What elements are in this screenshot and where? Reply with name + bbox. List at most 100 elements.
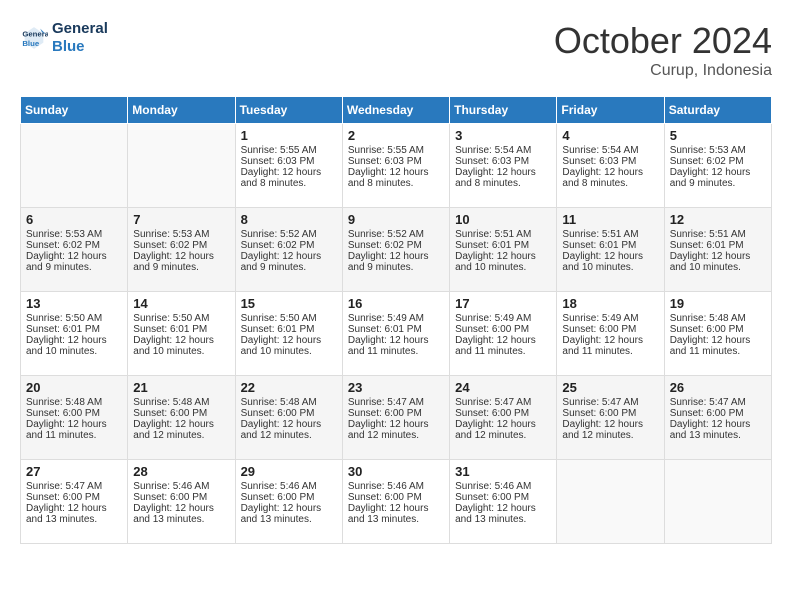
sunrise-text: Sunrise: 5:48 AM	[26, 397, 122, 408]
col-saturday: Saturday	[664, 97, 771, 124]
day-number: 7	[133, 212, 229, 227]
day-number: 12	[670, 212, 766, 227]
calendar-cell: 28Sunrise: 5:46 AMSunset: 6:00 PMDayligh…	[128, 460, 235, 544]
sunset-text: Sunset: 6:00 PM	[455, 324, 551, 335]
sunset-text: Sunset: 6:00 PM	[670, 324, 766, 335]
calendar-cell: 1Sunrise: 5:55 AMSunset: 6:03 PMDaylight…	[235, 124, 342, 208]
sunrise-text: Sunrise: 5:46 AM	[133, 481, 229, 492]
daylight-text: Daylight: 12 hours and 9 minutes.	[241, 251, 337, 273]
calendar-cell: 4Sunrise: 5:54 AMSunset: 6:03 PMDaylight…	[557, 124, 664, 208]
sunrise-text: Sunrise: 5:53 AM	[670, 145, 766, 156]
month-title: October 2024	[554, 20, 772, 62]
logo: General Blue General Blue	[20, 20, 108, 56]
sunset-text: Sunset: 6:01 PM	[241, 324, 337, 335]
sunrise-text: Sunrise: 5:47 AM	[562, 397, 658, 408]
sunrise-text: Sunrise: 5:53 AM	[26, 229, 122, 240]
day-number: 15	[241, 296, 337, 311]
sunrise-text: Sunrise: 5:47 AM	[348, 397, 444, 408]
sunrise-text: Sunrise: 5:54 AM	[562, 145, 658, 156]
daylight-text: Daylight: 12 hours and 8 minutes.	[348, 167, 444, 189]
sunrise-text: Sunrise: 5:47 AM	[455, 397, 551, 408]
sunrise-text: Sunrise: 5:51 AM	[455, 229, 551, 240]
daylight-text: Daylight: 12 hours and 12 minutes.	[133, 419, 229, 441]
sunrise-text: Sunrise: 5:52 AM	[348, 229, 444, 240]
sunrise-text: Sunrise: 5:48 AM	[670, 313, 766, 324]
sunset-text: Sunset: 6:00 PM	[348, 492, 444, 503]
day-number: 23	[348, 380, 444, 395]
daylight-text: Daylight: 12 hours and 8 minutes.	[241, 167, 337, 189]
col-sunday: Sunday	[21, 97, 128, 124]
calendar-cell: 2Sunrise: 5:55 AMSunset: 6:03 PMDaylight…	[342, 124, 449, 208]
calendar-cell: 21Sunrise: 5:48 AMSunset: 6:00 PMDayligh…	[128, 376, 235, 460]
sunrise-text: Sunrise: 5:55 AM	[241, 145, 337, 156]
day-number: 14	[133, 296, 229, 311]
sunset-text: Sunset: 6:03 PM	[562, 156, 658, 167]
calendar-cell	[664, 460, 771, 544]
day-number: 24	[455, 380, 551, 395]
calendar-cell: 20Sunrise: 5:48 AMSunset: 6:00 PMDayligh…	[21, 376, 128, 460]
week-row-4: 20Sunrise: 5:48 AMSunset: 6:00 PMDayligh…	[21, 376, 772, 460]
daylight-text: Daylight: 12 hours and 10 minutes.	[670, 251, 766, 273]
daylight-text: Daylight: 12 hours and 8 minutes.	[562, 167, 658, 189]
col-friday: Friday	[557, 97, 664, 124]
sunset-text: Sunset: 6:03 PM	[455, 156, 551, 167]
sunset-text: Sunset: 6:02 PM	[348, 240, 444, 251]
sunrise-text: Sunrise: 5:48 AM	[241, 397, 337, 408]
sunrise-text: Sunrise: 5:46 AM	[348, 481, 444, 492]
daylight-text: Daylight: 12 hours and 8 minutes.	[455, 167, 551, 189]
day-number: 3	[455, 128, 551, 143]
calendar-cell: 22Sunrise: 5:48 AMSunset: 6:00 PMDayligh…	[235, 376, 342, 460]
week-row-5: 27Sunrise: 5:47 AMSunset: 6:00 PMDayligh…	[21, 460, 772, 544]
calendar-cell: 10Sunrise: 5:51 AMSunset: 6:01 PMDayligh…	[450, 208, 557, 292]
day-number: 13	[26, 296, 122, 311]
calendar-cell: 13 Sunrise: 5:50 AMSunset: 6:01 PMDayligh…	[21, 292, 128, 376]
sunset-text: Sunset: 6:00 PM	[455, 408, 551, 419]
title-block: October 2024 Curup, Indonesia	[554, 20, 772, 80]
calendar-cell: 19 Sunrise: 5:48 AMSunset: 6:00 PMDayligh…	[664, 292, 771, 376]
calendar-cell: 6Sunrise: 5:53 AMSunset: 6:02 PMDaylight…	[21, 208, 128, 292]
daylight-text: Daylight: 12 hours and 13 minutes.	[241, 503, 337, 525]
weekday-row: Sunday Monday Tuesday Wednesday Thursday…	[21, 97, 772, 124]
day-number: 2	[348, 128, 444, 143]
daylight-text: Daylight: 12 hours and 12 minutes.	[241, 419, 337, 441]
calendar-cell: 15Sunrise: 5:50 AMSunset: 6:01 PMDayligh…	[235, 292, 342, 376]
day-number: 8	[241, 212, 337, 227]
sunset-text: Sunset: 6:00 PM	[26, 492, 122, 503]
logo-general: General	[52, 20, 108, 38]
sunrise-text: Sunrise: 5:47 AM	[26, 481, 122, 492]
week-row-2: 6Sunrise: 5:53 AMSunset: 6:02 PMDaylight…	[21, 208, 772, 292]
sunset-text: Sunset: 6:01 PM	[26, 324, 122, 335]
day-number: 31	[455, 464, 551, 479]
page-header: General Blue General Blue October 2024 C…	[20, 20, 772, 80]
calendar-cell: 29Sunrise: 5:46 AMSunset: 6:00 PMDayligh…	[235, 460, 342, 544]
daylight-text: Daylight: 12 hours and 9 minutes.	[26, 251, 122, 273]
logo-blue: Blue	[52, 38, 108, 56]
calendar-cell: 18Sunrise: 5:49 AMSunset: 6:00 PMDayligh…	[557, 292, 664, 376]
daylight-text: Daylight: 12 hours and 11 minutes.	[670, 335, 766, 357]
day-number: 18	[562, 296, 658, 311]
col-thursday: Thursday	[450, 97, 557, 124]
sunset-text: Sunset: 6:03 PM	[241, 156, 337, 167]
sunrise-text: Sunrise: 5:46 AM	[241, 481, 337, 492]
daylight-text: Daylight: 12 hours and 9 minutes.	[670, 167, 766, 189]
col-wednesday: Wednesday	[342, 97, 449, 124]
calendar-cell: 3Sunrise: 5:54 AMSunset: 6:03 PMDaylight…	[450, 124, 557, 208]
day-number: 30	[348, 464, 444, 479]
calendar-body: 1Sunrise: 5:55 AMSunset: 6:03 PMDaylight…	[21, 124, 772, 544]
daylight-text: Daylight: 12 hours and 11 minutes.	[562, 335, 658, 357]
sunrise-text: Sunrise: 5:50 AM	[26, 313, 122, 324]
sunset-text: Sunset: 6:01 PM	[133, 324, 229, 335]
day-number: 11	[562, 212, 658, 227]
calendar-cell: 14Sunrise: 5:50 AMSunset: 6:01 PMDayligh…	[128, 292, 235, 376]
calendar-cell: 23Sunrise: 5:47 AMSunset: 6:00 PMDayligh…	[342, 376, 449, 460]
daylight-text: Daylight: 12 hours and 13 minutes.	[670, 419, 766, 441]
daylight-text: Daylight: 12 hours and 12 minutes.	[455, 419, 551, 441]
col-tuesday: Tuesday	[235, 97, 342, 124]
calendar-cell: 12Sunrise: 5:51 AMSunset: 6:01 PMDayligh…	[664, 208, 771, 292]
sunrise-text: Sunrise: 5:52 AM	[241, 229, 337, 240]
calendar-cell: 8 Sunrise: 5:52 AMSunset: 6:02 PMDaylight…	[235, 208, 342, 292]
day-number: 19	[670, 296, 766, 311]
sunset-text: Sunset: 6:02 PM	[241, 240, 337, 251]
sunset-text: Sunset: 6:00 PM	[133, 492, 229, 503]
daylight-text: Daylight: 12 hours and 10 minutes.	[26, 335, 122, 357]
